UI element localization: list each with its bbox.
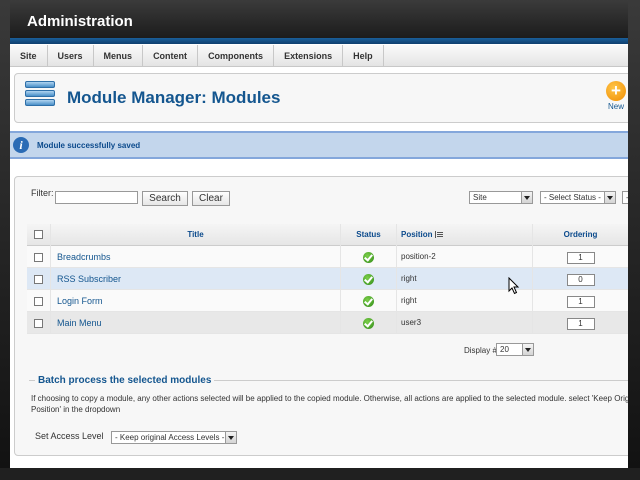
status-cell [341,268,397,290]
main-menu: Site Users Menus Content Components Exte… [10,45,628,67]
client-select-value: Site [473,193,487,202]
row-checkbox-cell [27,268,51,290]
new-button-label: New [607,102,624,111]
status-cell [341,312,397,334]
batch-description: If choosing to copy a module, any other … [31,394,628,414]
ordering-input[interactable]: 1 [566,317,595,330]
access-level-label: Set Access Level [35,431,104,441]
display-number-value: 20 [500,345,509,354]
toolbar: Module Manager: Modules + New [14,73,628,123]
status-cell [341,246,397,268]
display-number-select[interactable]: 20 [496,343,534,356]
column-status[interactable]: Status [341,224,397,246]
ordering-cell: 1 [533,246,628,268]
ordering-cell: 1 [533,290,628,312]
chevron-down-icon [225,432,236,443]
new-button[interactable]: + New [601,81,628,111]
client-select[interactable]: Site [469,191,533,204]
table-row: RSS Subscriber right 0 Cust [27,268,628,290]
row-checkbox[interactable] [34,297,43,307]
extra-select-value: - S [626,193,628,202]
ordering-input[interactable]: 1 [566,295,595,308]
select-all-checkbox[interactable] [34,230,43,240]
column-title[interactable]: Title [51,224,341,246]
access-level-value: - Keep original Access Levels - [115,433,225,442]
table-row: Breadcrumbs position-2 1 Brea [27,246,628,268]
position-cell: user3 [397,312,533,334]
table-row: Main Menu user3 1 Menu [27,312,628,334]
published-check-icon[interactable] [363,252,374,264]
menu-item-extensions[interactable]: Extensions [274,45,344,67]
filter-label: Filter: [31,188,54,198]
header-strip [10,38,628,44]
position-cell: position-2 [397,246,533,268]
access-level-select[interactable]: - Keep original Access Levels - [111,431,237,444]
column-ordering[interactable]: Ordering [533,224,628,246]
message-text: Module successfully saved [37,141,141,150]
admin-window: Administration Site Users Menus Content … [10,0,628,468]
info-icon: i [13,137,29,153]
page-title: Module Manager: Modules [67,88,281,107]
display-number-label: Display # [464,346,497,355]
column-position[interactable]: Position [397,224,533,246]
row-checkbox-cell [27,290,51,312]
row-checkbox[interactable] [34,319,43,329]
admin-title: Administration [27,13,133,30]
ordering-input[interactable]: 0 [566,273,595,286]
row-checkbox-cell [27,246,51,268]
sort-icon [434,231,443,239]
ordering-cell: 0 [533,268,628,290]
status-select[interactable]: - Select Status - [540,191,616,204]
chevron-down-icon [522,344,533,355]
taskbar [0,468,640,480]
extra-filter-select[interactable]: - S [622,191,628,204]
menu-item-content[interactable]: Content [143,45,199,67]
menu-item-help[interactable]: Help [343,45,384,67]
modules-table: Title Status Position Ordering Typ Bread… [27,224,628,334]
search-button[interactable]: Search [142,191,188,206]
ordering-input[interactable]: 1 [566,251,595,264]
status-select-value: - Select Status - [544,193,601,202]
table-row: Login Form right 1 Logi [27,290,628,312]
chevron-down-icon [604,192,615,203]
admin-header: Administration [10,0,628,38]
module-title-link[interactable]: Breadcrumbs [51,246,341,268]
clear-button[interactable]: Clear [192,191,230,206]
row-checkbox[interactable] [34,253,43,263]
module-manager-icon [25,81,55,113]
row-checkbox-cell [27,312,51,334]
select-all-cell [27,224,51,246]
ordering-cell: 1 [533,312,628,334]
module-title-link[interactable]: Main Menu [51,312,341,334]
column-position-label: Position [401,230,433,239]
system-message: i Module successfully saved [10,131,628,159]
published-check-icon[interactable] [363,274,374,286]
menu-item-components[interactable]: Components [198,45,275,67]
table-header-row: Title Status Position Ordering Typ [27,224,628,246]
menu-item-menus[interactable]: Menus [94,45,144,67]
published-check-icon[interactable] [363,296,374,308]
module-title-link[interactable]: Login Form [51,290,341,312]
batch-fieldset: Batch process the selected modules If ch… [29,375,628,450]
module-title-link[interactable]: RSS Subscriber [51,268,341,290]
menu-item-users[interactable]: Users [48,45,94,67]
chevron-down-icon [521,192,532,203]
status-cell [341,290,397,312]
menu-item-site[interactable]: Site [10,45,48,67]
plus-icon: + [606,81,626,101]
modules-panel: Filter: Search Clear Site - Select Statu… [14,176,628,456]
published-check-icon[interactable] [363,318,374,330]
filter-input[interactable] [55,191,138,204]
row-checkbox[interactable] [34,275,43,285]
batch-legend: Batch process the selected modules [35,375,215,386]
